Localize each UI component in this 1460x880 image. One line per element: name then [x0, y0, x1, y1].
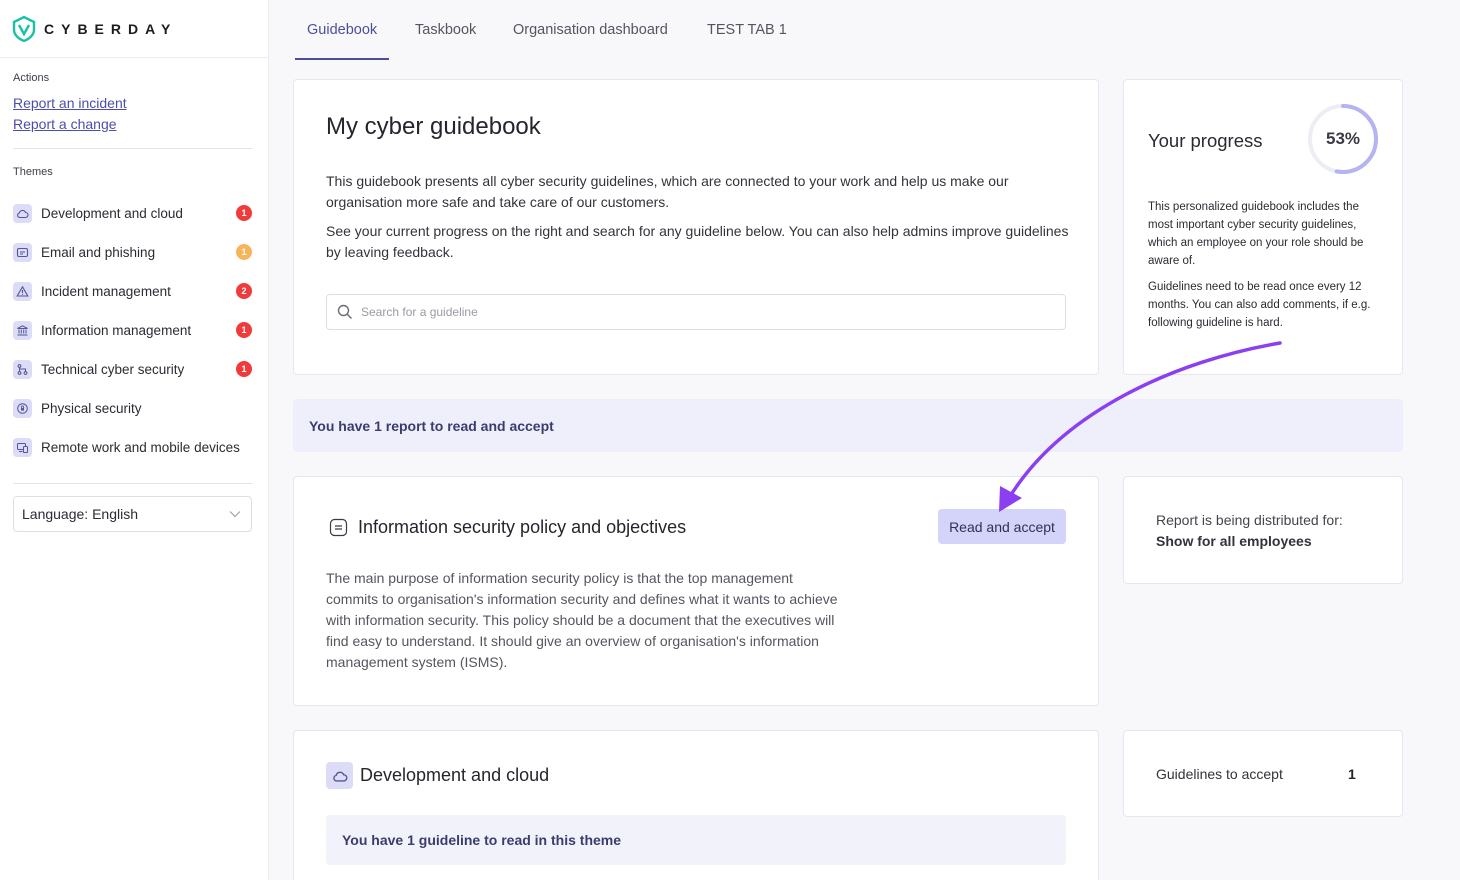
sidebar-item-information-management[interactable]: Information management 1	[0, 308, 268, 352]
tab-organisation-dashboard[interactable]: Organisation dashboard	[513, 0, 668, 60]
theme-label: Email and phishing	[41, 244, 156, 260]
report-description: The main purpose of information security…	[326, 570, 838, 670]
theme-label: Technical cyber security	[41, 361, 185, 377]
theme-label: Physical security	[41, 400, 142, 416]
intro-paragraph-2: See your current progress on the right a…	[326, 223, 1069, 260]
cloud-icon	[13, 203, 32, 223]
sidebar-item-incident-management[interactable]: Incident management 2	[0, 269, 268, 313]
brand-name: CYBERDAY	[44, 20, 178, 37]
theme-badge: 1	[236, 244, 252, 260]
cloud-icon	[326, 762, 353, 789]
theme-label: Incident management	[41, 283, 171, 299]
page-title: My cyber guidebook	[326, 113, 541, 140]
distribution-label: Report is being distributed for:	[1156, 512, 1343, 528]
logo[interactable]: CYBERDAY	[0, 0, 268, 58]
chevron-down-icon	[229, 511, 241, 518]
theme-label: Information management	[41, 322, 192, 338]
mail-icon	[13, 242, 32, 262]
tab-taskbook[interactable]: Taskbook	[415, 0, 476, 60]
progress-card: Your progress 53% This personalized guid…	[1123, 79, 1403, 375]
intro-paragraph: This guidebook presents all cyber securi…	[326, 173, 1009, 210]
devices-icon	[13, 437, 32, 457]
top-nav: Guidebook Taskbook Organisation dashboar…	[270, 0, 1460, 60]
document-icon	[329, 518, 348, 537]
report-incident-link[interactable]: Report an incident	[13, 93, 268, 114]
search-icon	[337, 304, 352, 319]
themes-heading: Themes	[13, 166, 53, 178]
theme-badge: 1	[236, 361, 252, 377]
guidebook-intro-card: My cyber guidebook This guidebook presen…	[293, 79, 1099, 375]
sidebar-item-remote-work[interactable]: Remote work and mobile devices	[0, 425, 268, 469]
theme-section-title: Development and cloud	[360, 765, 550, 785]
report-card: Information security policy and objectiv…	[293, 476, 1099, 706]
search-box[interactable]	[326, 294, 1066, 330]
sidebar-item-physical-security[interactable]: Physical security	[0, 386, 268, 430]
theme-section-banner: You have 1 guideline to read in this the…	[326, 815, 1066, 865]
sidebar-item-email-and-phishing[interactable]: Email and phishing 1	[0, 230, 268, 274]
theme-badge: 1	[236, 205, 252, 221]
theme-section-card: Development and cloud You have 1 guideli…	[293, 730, 1099, 880]
lock-badge-icon	[13, 398, 32, 418]
theme-label: Development and cloud	[41, 205, 183, 221]
report-banner: You have 1 report to read and accept	[293, 399, 1403, 452]
read-and-accept-button[interactable]: Read and accept	[938, 509, 1066, 544]
sidebar: CYBERDAY Actions Report an incident Repo…	[0, 0, 269, 880]
progress-title: Your progress	[1148, 130, 1263, 151]
theme-badge: 1	[236, 322, 252, 338]
guidelines-to-accept-count: 1	[1348, 766, 1356, 782]
logo-mark-icon	[12, 15, 36, 42]
progress-description: This personalized guidebook includes the…	[1148, 201, 1364, 267]
language-section: Language: English	[13, 483, 252, 532]
tab-test-tab-1[interactable]: TEST TAB 1	[707, 0, 787, 60]
themes-section: Themes Development and cloud 1 Email and…	[0, 149, 268, 469]
distribution-value: Show for all employees	[1156, 533, 1312, 549]
sidebar-item-technical-cyber-security[interactable]: Technical cyber security 1	[0, 347, 268, 391]
guidelines-to-accept-label: Guidelines to accept	[1156, 766, 1283, 782]
theme-badge: 2	[236, 283, 252, 299]
bank-icon	[13, 320, 32, 340]
tab-guidebook[interactable]: Guidebook	[294, 0, 390, 60]
search-input[interactable]	[361, 305, 1041, 319]
actions-heading: Actions	[13, 72, 50, 84]
actions-section: Actions Report an incident Report a chan…	[0, 58, 268, 135]
language-value: Language: English	[22, 506, 138, 522]
guidelines-to-accept-card: Guidelines to accept 1	[1123, 730, 1403, 817]
theme-label: Remote work and mobile devices	[41, 439, 240, 455]
progress-percent: 53%	[1325, 129, 1361, 148]
distribution-card: Report is being distributed for: Show fo…	[1123, 476, 1403, 584]
report-title: Information security policy and objectiv…	[358, 517, 687, 537]
network-icon	[13, 359, 32, 379]
warning-icon	[13, 281, 32, 301]
report-change-link[interactable]: Report a change	[13, 114, 268, 135]
progress-note: Guidelines need to be read once every 12…	[1148, 281, 1371, 329]
language-select[interactable]: Language: English	[13, 496, 252, 532]
sidebar-item-development-and-cloud[interactable]: Development and cloud 1	[0, 191, 268, 235]
